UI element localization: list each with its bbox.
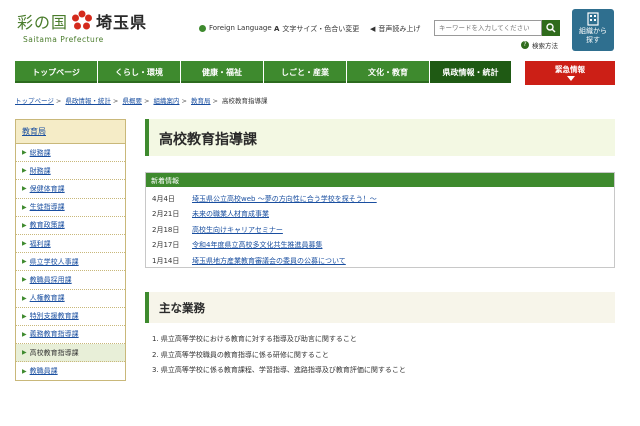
- section-heading-box: 主な業務: [145, 292, 615, 323]
- news-link[interactable]: 令和4年度県立高校多文化共生推進員募集: [192, 240, 322, 250]
- breadcrumb-current: 高校教育指導課: [222, 97, 268, 105]
- breadcrumb-link[interactable]: 教育局: [191, 97, 211, 105]
- search-button[interactable]: [542, 20, 560, 36]
- list-item: 3. 県立高等学校に係る教育課程、学習指導、進路指導及び教育評価に関すること: [152, 366, 406, 374]
- breadcrumb-link[interactable]: 組織案内: [153, 97, 179, 105]
- duties-list: 1. 県立高等学校における教育に対する指導及び助言に関すること 2. 県立高等学…: [152, 334, 406, 381]
- chevron-down-icon: [567, 76, 575, 81]
- sidebar-item[interactable]: ▶ 財務課: [16, 162, 125, 181]
- news-link[interactable]: 埼玉県地方産業教育審議会の委員の公募について: [192, 256, 346, 266]
- news-row: 2月17日 令和4年度県立高校多文化共生推進員募集: [152, 240, 323, 250]
- foreign-language-link[interactable]: Foreign Language: [199, 24, 272, 32]
- nav-item-culture[interactable]: 文化・教育: [347, 61, 430, 83]
- news-row: 2月18日 高校生向けキャリアセミナー: [152, 225, 283, 235]
- sidebar-item-current: ▶ 高校教育指導課: [16, 344, 125, 363]
- sidebar-item[interactable]: ▶ 県立学校人事課: [16, 253, 125, 272]
- site-search: [434, 20, 560, 36]
- emergency-info-button[interactable]: 緊急情報: [525, 61, 615, 85]
- breadcrumb-link[interactable]: 県概要: [122, 97, 142, 105]
- question-icon: ?: [521, 41, 529, 49]
- sidebar-item[interactable]: ▶ 保健体育課: [16, 180, 125, 199]
- global-nav: トップページ くらし・環境 健康・福祉 しごと・産業 文化・教育 県政情報・統計…: [15, 61, 615, 85]
- site-header: 彩の国 埼玉県 Saitama Prefecture Foreign Langu…: [0, 0, 640, 60]
- page-title: 高校教育指導課: [159, 132, 257, 148]
- breadcrumb: トップページ > 県政情報・統計 > 県概要 > 組織案内 > 教育局 > 高校教育指導課: [15, 97, 268, 105]
- logo-subtitle: Saitama Prefecture: [23, 35, 104, 44]
- news-heading: 新着情報: [146, 173, 614, 187]
- search-input[interactable]: [434, 20, 542, 36]
- text-size-color-link[interactable]: A 文字サイズ・色合い変更: [274, 24, 359, 34]
- breadcrumb-link[interactable]: 県政情報・統計: [65, 97, 111, 105]
- search-help-link[interactable]: ? 検索方法: [521, 40, 558, 50]
- building-icon: [587, 12, 599, 26]
- nav-item-health[interactable]: 健康・福祉: [181, 61, 264, 83]
- sidebar: 教育局 ▶ 総務課 ▶ 財務課 ▶ 保健体育課 ▶ 生徒指導課 ▶ 教育政策課 ▶ 福利課 …: [15, 119, 126, 382]
- nav-item-work[interactable]: しごと・産業: [264, 61, 347, 83]
- sidebar-item[interactable]: ▶ 生徒指導課: [16, 199, 125, 217]
- search-by-organization-button[interactable]: 組織から 探す: [572, 9, 614, 51]
- list-item: 2. 県立高等学校職員の教育指導に係る研修に関すること: [152, 350, 329, 359]
- news-panel: 新着情報 4月4日 埼玉県公立高校web ～夢の方向性に合う学校を探そう！～ 2月…: [145, 172, 615, 268]
- nav-item-top[interactable]: トップページ: [15, 61, 98, 83]
- sidebar-item[interactable]: ▶ 人権教育課: [16, 290, 125, 308]
- nav-item-government[interactable]: 県政情報・統計: [430, 61, 512, 83]
- read-aloud-link[interactable]: ◀ 音声読み上げ: [370, 24, 420, 34]
- news-row: 2月21日 未来の職業人材育成事業: [152, 209, 269, 219]
- sidebar-item[interactable]: ▶ 教育政策課: [16, 217, 125, 235]
- page-title-box: 高校教育指導課: [145, 119, 615, 156]
- news-link[interactable]: 高校生向けキャリアセミナー: [192, 225, 283, 235]
- news-row: 4月4日 埼玉県公立高校web ～夢の方向性に合う学校を探そう！～: [152, 194, 377, 204]
- section-title: 主な業務: [159, 301, 205, 315]
- news-row: 1月14日 埼玉県地方産業教育審議会の委員の公募について: [152, 256, 346, 266]
- sidebar-item[interactable]: ▶ 義務教育指導課: [16, 326, 125, 345]
- sidebar-item[interactable]: ▶ 教職員採用課: [16, 271, 125, 290]
- news-link[interactable]: 未来の職業人材育成事業: [192, 209, 269, 219]
- sidebar-heading[interactable]: 教育局: [16, 120, 125, 144]
- sidebar-item[interactable]: ▶ 総務課: [16, 144, 125, 163]
- logo-text-sainokuni: 彩の国: [17, 13, 69, 32]
- site-logo[interactable]: 彩の国 埼玉県 Saitama Prefecture: [17, 9, 147, 44]
- logo-text-saitama: 埼玉県: [96, 13, 148, 32]
- sidebar-item[interactable]: ▶ 教職員課: [16, 362, 125, 380]
- saitama-emblem-icon: [71, 10, 93, 32]
- sidebar-item[interactable]: ▶ 福利課: [16, 235, 125, 254]
- sidebar-item[interactable]: ▶ 特別支援教育課: [16, 308, 125, 326]
- news-link[interactable]: 埼玉県公立高校web ～夢の方向性に合う学校を探そう！～: [192, 194, 377, 204]
- globe-icon: [199, 24, 206, 32]
- nav-item-living[interactable]: くらし・環境: [98, 61, 181, 83]
- speaker-icon: ◀: [370, 25, 376, 33]
- text-size-icon: A: [274, 25, 280, 33]
- search-icon: [546, 23, 556, 33]
- breadcrumb-link[interactable]: トップページ: [15, 97, 54, 105]
- list-item: 1. 県立高等学校における教育に対する指導及び助言に関すること: [152, 335, 357, 343]
